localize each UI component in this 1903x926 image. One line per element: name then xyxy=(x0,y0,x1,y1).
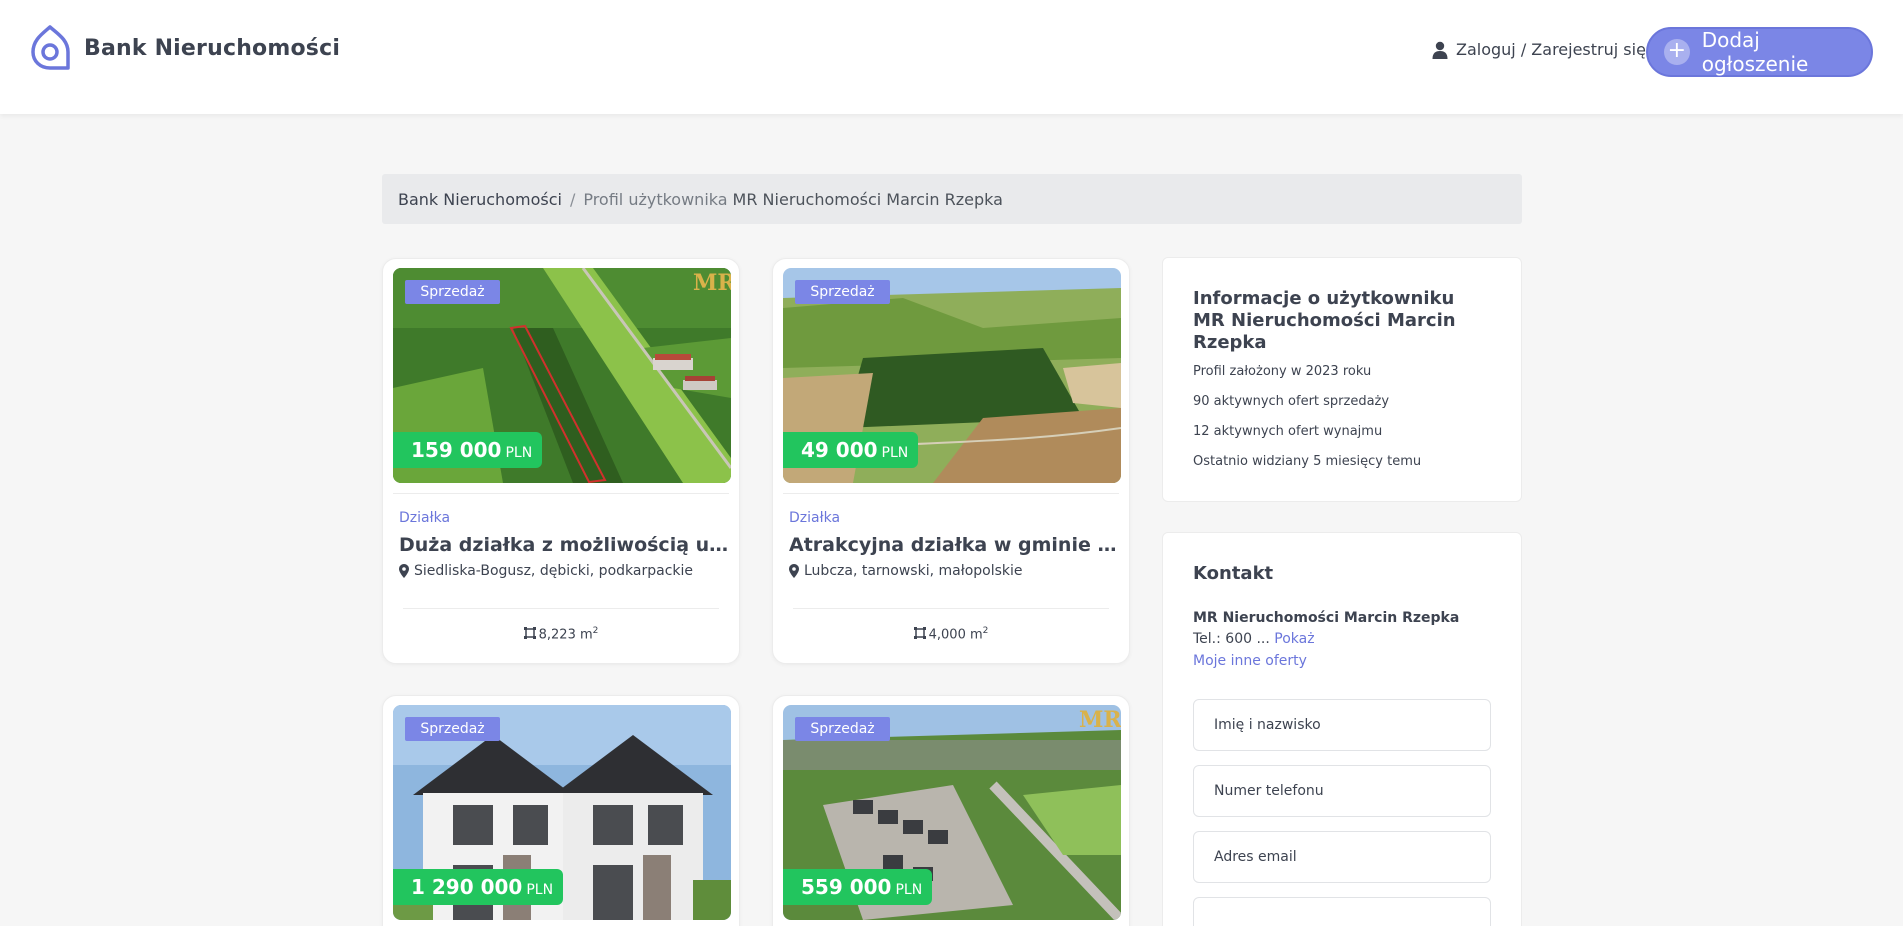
location-text: Siedliska-Bogusz, dębicki, podkarpackie xyxy=(414,563,693,579)
area-value: 4,000 m xyxy=(928,627,983,643)
breadcrumb-separator: / xyxy=(569,189,576,209)
rent-offers-count: 12 aktywnych ofert wynajmu xyxy=(1193,424,1383,439)
location-text: Lubcza, tarnowski, małopolskie xyxy=(804,563,1023,579)
email-input[interactable] xyxy=(1193,831,1491,883)
listing-card[interactable]: MR Sprzedaż 559 000 PLN xyxy=(772,695,1130,926)
price-currency: PLN xyxy=(895,882,923,898)
divider xyxy=(403,608,719,609)
listing-category[interactable]: Działka xyxy=(399,510,450,526)
listing-price: 559 000 PLN xyxy=(783,869,933,905)
area-unit-sup: 2 xyxy=(592,626,599,636)
listing-photo[interactable]: Sprzedaż 1 290 000 PLN xyxy=(393,705,731,920)
profile-since: Profil założony w 2023 roku xyxy=(1193,364,1372,379)
map-pin-icon xyxy=(399,564,409,578)
sale-offers-count: 90 aktywnych ofert sprzedaży xyxy=(1193,394,1390,409)
listing-area: 4,000 m2 xyxy=(773,626,1129,642)
listing-type-badge: Sprzedaż xyxy=(405,717,500,741)
divider xyxy=(793,608,1109,609)
area-icon xyxy=(913,627,926,640)
listing-area: 8,223 m2 xyxy=(383,626,739,642)
divider xyxy=(783,493,1119,494)
listing-title[interactable]: Atrakcyjna działka w gminie Ryglice xyxy=(789,534,1119,556)
listing-price: 49 000 PLN xyxy=(783,432,919,468)
user-info-title: Informacje o użytkowniku MR Nieruchomośc… xyxy=(1193,288,1456,353)
svg-text:MR: MR xyxy=(693,270,731,296)
map-pin-icon xyxy=(789,564,799,578)
listing-price: 159 000 PLN xyxy=(393,432,543,468)
message-input[interactable] xyxy=(1193,897,1491,926)
listing-location: Lubcza, tarnowski, małopolskie xyxy=(789,563,1023,579)
price-currency: PLN xyxy=(526,882,554,898)
contact-name: MR Nieruchomości Marcin Rzepka xyxy=(1193,610,1460,626)
svg-text:MR: MR xyxy=(1079,707,1121,733)
phone-prefix: Tel.: 600 ... xyxy=(1193,631,1270,647)
listing-type-badge: Sprzedaż xyxy=(795,717,890,741)
breadcrumb-current: MR Nieruchomości Marcin Rzepka xyxy=(732,189,1003,209)
breadcrumb: Bank Nieruchomości / Profil użytkownika … xyxy=(382,174,1522,224)
area-icon xyxy=(523,627,536,640)
brand-name: Bank Nieruchomości xyxy=(84,35,341,61)
listing-card[interactable]: Sprzedaż 49 000 PLN Działka Atrakcyjna d… xyxy=(772,258,1130,664)
listing-photo[interactable]: MR Sprzedaż 559 000 PLN xyxy=(783,705,1121,920)
contact-phone: Tel.: 600 ... Pokaż xyxy=(1193,631,1491,647)
site-header: Bank Nieruchomości Zaloguj / Zarejestruj… xyxy=(0,0,1903,114)
breadcrumb-section: Profil użytkownika xyxy=(583,189,728,209)
price-currency: PLN xyxy=(881,445,909,461)
price-amount: 559 000 xyxy=(801,875,892,899)
listing-title[interactable]: Duża działka z możliwością uzyska... xyxy=(399,534,729,556)
contact-title: Kontakt xyxy=(1193,563,1274,584)
contact-panel: Kontakt MR Nieruchomości Marcin Rzepka T… xyxy=(1162,532,1522,926)
house-logo-icon xyxy=(31,25,70,70)
listing-photo[interactable]: Sprzedaż 49 000 PLN xyxy=(783,268,1121,483)
login-label: Zaloguj / Zarejestruj się xyxy=(1456,40,1646,59)
price-amount: 49 000 xyxy=(801,438,878,462)
user-info-panel: Informacje o użytkowniku MR Nieruchomośc… xyxy=(1162,257,1522,502)
name-input[interactable] xyxy=(1193,699,1491,751)
add-listing-label: Dodaj ogłoszenie xyxy=(1701,28,1809,76)
show-phone-link[interactable]: Pokaż xyxy=(1274,631,1314,647)
user-icon xyxy=(1432,41,1448,59)
listing-location: Siedliska-Bogusz, dębicki, podkarpackie xyxy=(399,563,693,579)
listing-card[interactable]: Sprzedaż 1 290 000 PLN xyxy=(382,695,740,926)
add-listing-button[interactable]: + Dodaj ogłoszenie xyxy=(1646,27,1873,77)
listing-photo[interactable]: MR Sprzedaż 159 000 PLN xyxy=(393,268,731,483)
price-currency: PLN xyxy=(505,445,533,461)
listing-type-badge: Sprzedaż xyxy=(405,280,500,304)
area-unit-sup: 2 xyxy=(982,626,989,636)
listing-category[interactable]: Działka xyxy=(789,510,840,526)
listing-type-badge: Sprzedaż xyxy=(795,280,890,304)
phone-input[interactable] xyxy=(1193,765,1491,817)
breadcrumb-home[interactable]: Bank Nieruchomości xyxy=(398,190,562,209)
last-seen: Ostatnio widziany 5 miesięcy temu xyxy=(1193,454,1422,469)
area-value: 8,223 m xyxy=(538,627,593,643)
other-offers-link[interactable]: Moje inne oferty xyxy=(1193,653,1491,669)
divider xyxy=(393,493,729,494)
login-link[interactable]: Zaloguj / Zarejestruj się xyxy=(1432,40,1646,59)
plus-icon: + xyxy=(1664,39,1690,65)
listing-card[interactable]: MR Sprzedaż 159 000 PLN Działka Duża dzi… xyxy=(382,258,740,664)
price-amount: 159 000 xyxy=(411,438,502,462)
logo[interactable]: Bank Nieruchomości xyxy=(28,24,340,72)
listing-price: 1 290 000 PLN xyxy=(393,869,564,905)
price-amount: 1 290 000 xyxy=(411,875,523,899)
